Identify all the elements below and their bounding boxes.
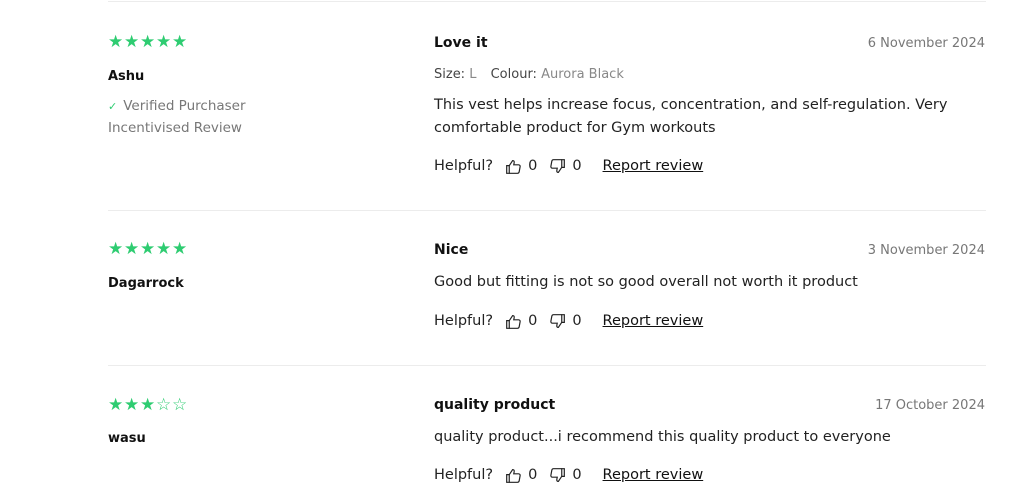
incentivised-label: Incentivised Review (108, 120, 242, 136)
helpful-row: Helpful? 0 0 Report review (434, 466, 703, 484)
review-divider (108, 210, 986, 211)
review-divider (108, 1, 986, 2)
star-icon: ☆ (156, 395, 172, 415)
thumbs-up-icon (506, 314, 521, 329)
verified-purchaser-badge: ✓ Verified Purchaser (108, 98, 246, 115)
star-rating: ★★★☆☆ (108, 395, 188, 415)
star-icon: ★ (172, 32, 188, 52)
star-rating: ★★★★★ (108, 239, 188, 259)
review-body: Good but fitting is not so good overall … (434, 271, 974, 294)
helpful-label: Helpful? (434, 467, 494, 483)
star-icon: ★ (140, 395, 156, 415)
review-author: Ashu (108, 69, 145, 84)
review-body-line: This vest helps increase focus, concentr… (434, 97, 948, 113)
thumbs-up-button[interactable]: 0 (505, 312, 537, 330)
star-icon: ★ (108, 32, 124, 52)
colour-label: Colour: (490, 67, 537, 82)
check-icon: ✓ (108, 100, 118, 113)
review-body-line: comfortable product for Gym workouts (434, 120, 716, 136)
star-icon: ★ (140, 239, 156, 259)
size-value: L (469, 67, 477, 82)
review-title: Nice (434, 242, 469, 258)
thumbs-up-button[interactable]: 0 (505, 157, 537, 175)
thumbs-down-button[interactable]: 0 (549, 466, 582, 484)
star-icon: ★ (156, 32, 172, 52)
thumbs-down-icon (550, 313, 566, 328)
review-author: wasu (108, 431, 146, 446)
star-icon: ★ (124, 395, 140, 415)
report-review-link[interactable]: Report review (603, 466, 704, 484)
helpful-label: Helpful? (434, 158, 494, 174)
review-body-line: Good but fitting is not so good overall … (434, 274, 858, 290)
star-icon: ★ (156, 239, 172, 259)
review-attributes: Size: L Colour: Aurora Black (434, 67, 624, 83)
thumbs-down-button[interactable]: 0 (549, 157, 582, 175)
thumbs-up-icon (506, 159, 521, 174)
helpful-label: Helpful? (434, 313, 494, 329)
review-body-line: quality product...i recommend this quali… (434, 429, 891, 445)
review-body: quality product...i recommend this quali… (434, 426, 974, 449)
review-date: 17 October 2024 (875, 398, 985, 413)
review-divider (108, 365, 986, 366)
review-author: Dagarrock (108, 276, 184, 291)
star-icon: ★ (124, 32, 140, 52)
helpful-row: Helpful? 0 0 Report review (434, 157, 703, 175)
thumbs-down-count: 0 (572, 313, 582, 329)
size-label: Size: (434, 67, 466, 82)
star-rating: ★★★★★ (108, 32, 188, 52)
review-date: 6 November 2024 (867, 36, 985, 51)
thumbs-down-count: 0 (572, 158, 582, 174)
thumbs-up-button[interactable]: 0 (505, 466, 537, 484)
star-icon: ★ (108, 239, 124, 259)
helpful-row: Helpful? 0 0 Report review (434, 312, 703, 330)
report-review-link[interactable]: Report review (603, 312, 704, 330)
review-body: This vest helps increase focus, concentr… (434, 94, 974, 140)
thumbs-down-button[interactable]: 0 (549, 312, 582, 330)
star-icon: ★ (140, 32, 156, 52)
thumbs-up-count: 0 (528, 158, 538, 174)
star-icon: ★ (108, 395, 124, 415)
thumbs-up-count: 0 (528, 467, 538, 483)
star-icon: ★ (172, 239, 188, 259)
review-date: 3 November 2024 (867, 243, 985, 258)
review-title: quality product (434, 397, 556, 413)
star-icon: ★ (124, 239, 140, 259)
thumbs-down-icon (550, 467, 566, 482)
thumbs-up-icon (506, 468, 521, 483)
report-review-link[interactable]: Report review (603, 157, 704, 175)
thumbs-down-count: 0 (572, 467, 582, 483)
review-title: Love it (434, 35, 488, 51)
verified-label: Verified Purchaser (123, 98, 246, 114)
colour-value: Aurora Black (541, 67, 624, 82)
thumbs-down-icon (550, 158, 566, 173)
thumbs-up-count: 0 (528, 313, 538, 329)
star-icon: ☆ (172, 395, 188, 415)
